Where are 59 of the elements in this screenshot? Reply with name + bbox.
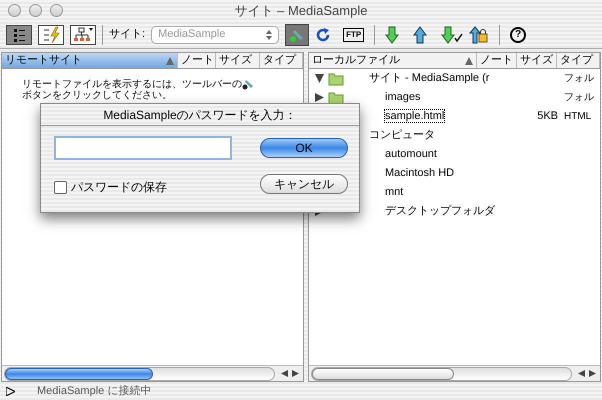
file-name[interactable]: sample.html [385,110,444,122]
file-name[interactable]: mnt [385,186,404,198]
stepper-icon [266,30,272,40]
checkbox-label: パスワードの保存 [71,179,167,196]
file-name[interactable]: サイト - MediaSample (r [369,72,490,84]
file-size: 5KB [537,110,558,122]
column-header[interactable]: サイズ [216,53,260,68]
scroll-right-icon[interactable] [589,370,596,377]
folder-icon [328,72,344,86]
file-type: フォル [564,73,594,84]
file-type: HTML [564,111,592,122]
file-type: フォル [564,92,594,104]
cancel-button[interactable]: キャンセル [260,174,348,194]
column-header[interactable]: タイプ [260,53,303,68]
up-arrow-icon[interactable] [413,26,428,44]
file-name[interactable]: コンピュータ [369,129,435,142]
window-title: サイト – MediaSample [234,2,368,20]
window-button[interactable] [8,4,21,17]
file-name[interactable]: デスクトップフォルダ [385,205,495,218]
connect-icon[interactable] [285,24,310,46]
scroll-left-icon[interactable] [578,370,585,377]
ok-button[interactable]: OK [260,138,348,158]
sort-arrow-icon [166,56,174,64]
scrollbar-thumb[interactable] [312,368,454,380]
scroll-right-icon[interactable] [292,370,299,377]
dialog-title: MediaSampleのパスワードを入力： [103,106,297,124]
connect-small-icon [242,79,254,90]
up-arrow-lock-icon[interactable] [469,26,490,44]
disclosure-triangle[interactable] [6,386,15,396]
site-label: サイト: [109,27,146,42]
column-header[interactable]: リモートサイト [2,53,178,68]
scroll-left-icon[interactable] [281,370,288,377]
sort-arrow-icon [465,56,473,64]
save-password-checkbox[interactable] [54,180,67,194]
column-header[interactable]: サイズ [517,53,557,68]
file-name[interactable]: images [385,91,420,104]
list-view-icon[interactable] [6,24,32,44]
status-text: MediaSample に接続中 [36,384,152,399]
window-button[interactable] [50,4,63,17]
help-button[interactable]: ? [510,26,526,42]
refresh-icon[interactable] [315,26,332,42]
disclosure-triangle[interactable] [315,74,324,83]
scrollbar-thumb[interactable] [5,368,153,380]
ftp-log-button[interactable]: FTP [343,28,364,42]
file-name[interactable]: automount [385,148,437,160]
lightning-list-icon[interactable] [38,24,64,44]
disclosure-triangle[interactable] [315,93,324,102]
remote-hint-text: リモートファイルを表示するには、ツールバーの [22,79,242,90]
password-field[interactable] [54,136,232,160]
column-header[interactable]: ノート [178,53,216,68]
column-header[interactable]: タイプ [557,53,600,68]
file-name[interactable]: Macintosh HD [385,167,454,180]
column-header[interactable]: ノート [477,53,517,68]
down-arrow-icon[interactable] [385,26,400,44]
column-header[interactable]: ローカルファイル [309,53,477,68]
down-arrow-check-icon[interactable] [441,26,464,44]
site-map-icon[interactable] [70,24,96,44]
remote-hint-text: ボタンをクリックしてください。 [22,90,173,101]
window-button[interactable] [29,4,42,17]
